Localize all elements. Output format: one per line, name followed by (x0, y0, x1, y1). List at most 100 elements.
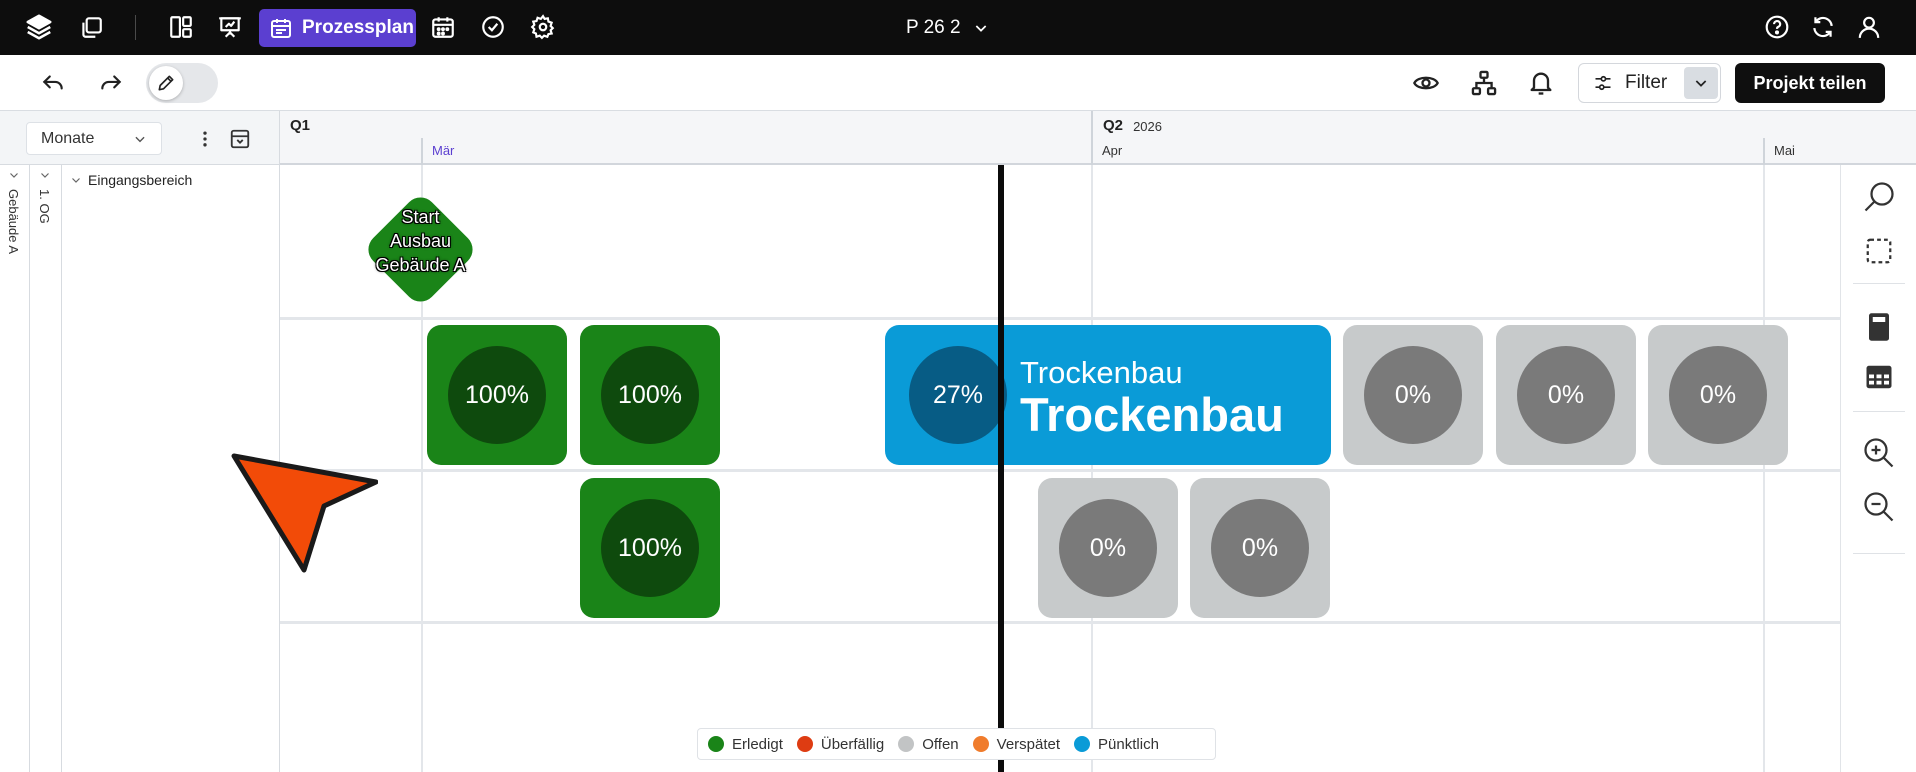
bell-icon[interactable] (1523, 65, 1559, 101)
user-icon[interactable] (1852, 10, 1886, 44)
toolbar-divider (1853, 411, 1905, 412)
legend-item-on-time: Pünktlich (1074, 736, 1159, 753)
right-toolbar (1840, 165, 1916, 772)
chevron-down-icon (1693, 75, 1709, 91)
process-grid: Start Ausbau Gebäude A 100% 100% 27% Tro… (280, 165, 1840, 772)
area-label: Eingangsbereich (88, 172, 193, 188)
project-selector[interactable]: P 26 2 (906, 14, 989, 41)
layers-icon[interactable] (22, 10, 56, 44)
topbar-divider (135, 15, 136, 40)
task-card[interactable]: 0% (1038, 478, 1178, 618)
legend-dot (972, 736, 989, 752)
time-scale-select[interactable]: Monate (26, 122, 162, 155)
row-gridline (280, 469, 1840, 472)
toolbar: Filter Projekt teilen (0, 55, 1916, 111)
toolbar-divider (1853, 283, 1905, 284)
hierarchy-icon[interactable] (1466, 65, 1502, 101)
milestone[interactable]: Start Ausbau Gebäude A (358, 187, 483, 312)
task-card[interactable]: 100% (580, 325, 720, 465)
milestone-label-line: Start (401, 207, 440, 227)
chevron-down-icon[interactable] (39, 169, 51, 181)
task-progress: 27% (909, 346, 1007, 444)
chevron-down-icon (133, 132, 147, 146)
legend-label: Pünktlich (1098, 735, 1159, 753)
task-card[interactable]: 0% (1496, 325, 1636, 465)
task-card[interactable]: 0% (1190, 478, 1330, 618)
filter-button[interactable]: Filter (1579, 64, 1684, 102)
row-gridline (280, 317, 1840, 320)
zoom-out-icon[interactable] (1859, 487, 1899, 527)
filter-label: Filter (1625, 72, 1668, 93)
row-gridline (280, 621, 1840, 624)
prozessplan-tab[interactable]: Prozessplan (259, 9, 416, 47)
filter-group: Filter (1578, 63, 1721, 103)
milestone-label: Start Ausbau Gebäude A (358, 205, 483, 277)
pencil-icon (149, 66, 183, 100)
quarter-label: Q2 (1103, 117, 1124, 134)
legend-dot (796, 736, 813, 752)
floor-label[interactable]: 1. OG (37, 189, 52, 224)
task-card[interactable]: 100% (580, 478, 720, 618)
eye-icon[interactable] (1408, 65, 1444, 101)
sliders-icon (1593, 73, 1613, 93)
search-icon[interactable] (1859, 177, 1899, 217)
legend-label: Überfällig (820, 735, 885, 753)
legend-label: Offen (922, 735, 959, 753)
select-area-icon[interactable] (1859, 231, 1899, 271)
legend-label: Erledigt (732, 735, 783, 753)
zoom-in-icon[interactable] (1859, 433, 1899, 473)
task-progress: 100% (601, 346, 699, 444)
task-card[interactable]: 0% (1343, 325, 1483, 465)
left-panel-header: Monate (0, 111, 280, 165)
task-card[interactable]: 100% (427, 325, 567, 465)
help-icon[interactable] (1760, 10, 1794, 44)
task-progress: 100% (448, 346, 546, 444)
year-label: 2026 (1133, 119, 1162, 134)
tree-item-area[interactable]: Eingangsbereich (70, 172, 192, 188)
chevron-down-icon[interactable] (8, 169, 20, 181)
calendar-icon (269, 16, 293, 40)
filter-dropdown-button[interactable] (1684, 67, 1718, 99)
legend-dot (708, 736, 724, 752)
chevron-down-icon (973, 20, 989, 36)
task-title: Trockenbau (1020, 388, 1284, 441)
legend-dot (898, 736, 915, 752)
month-label: Apr (1102, 143, 1123, 158)
undo-icon[interactable] (35, 65, 71, 101)
task-progress: 100% (601, 499, 699, 597)
sync-icon[interactable] (1806, 10, 1840, 44)
task-card[interactable]: 0% (1648, 325, 1788, 465)
share-project-button[interactable]: Projekt teilen (1735, 63, 1885, 103)
building-label[interactable]: Gebäude A (6, 189, 21, 254)
tree-level-building: Gebäude A (0, 165, 30, 772)
check-circle-icon[interactable] (476, 10, 510, 44)
table-icon[interactable] (1859, 357, 1899, 397)
gear-icon[interactable] (526, 10, 560, 44)
presentation-icon[interactable] (213, 10, 247, 44)
task-progress: 0% (1517, 346, 1615, 444)
chevron-down-icon (70, 174, 82, 186)
redo-icon[interactable] (93, 65, 129, 101)
task-progress: 0% (1211, 499, 1309, 597)
more-vert-icon[interactable] (190, 124, 220, 154)
legend-item-overdue: Überfällig (796, 735, 885, 753)
calendar-icon[interactable] (426, 10, 460, 44)
task-card-active[interactable]: 27% Trockenbau Trockenbau (885, 325, 1331, 465)
project-title: P 26 2 (906, 16, 961, 38)
archive-icon[interactable] (224, 123, 256, 155)
legend-item-open: Offen (898, 735, 959, 753)
milestone-label-line: Gebäude A (375, 255, 466, 275)
status-legend: Erledigt Überfällig Offen Verspätet Pünk… (697, 728, 1216, 760)
month-label-current: Mär (432, 143, 455, 158)
prozessplan-label: Prozessplan (302, 17, 414, 38)
toolbar-divider (1853, 553, 1905, 554)
milestone-label-line: Ausbau (389, 231, 452, 251)
today-marker[interactable] (998, 165, 1004, 772)
copy-icon[interactable] (74, 10, 108, 44)
legend-item-done: Erledigt (708, 736, 783, 753)
calculator-icon[interactable] (1859, 307, 1899, 347)
quarter-label: Q1 (290, 117, 311, 134)
layout-icon[interactable] (164, 10, 198, 44)
edit-mode-toggle[interactable] (146, 63, 218, 103)
month-divider (421, 138, 423, 165)
